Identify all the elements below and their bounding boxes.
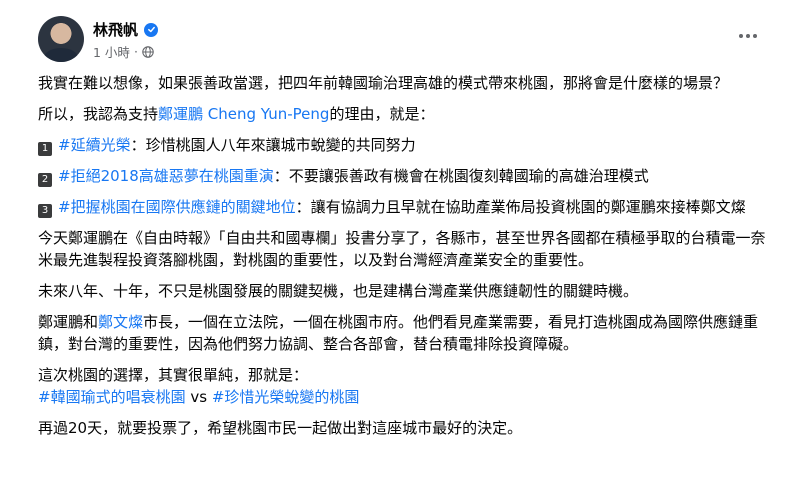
hashtag-link[interactable]: #把握桃園在國際供應鏈的關鍵地位 (58, 198, 296, 216)
timestamp[interactable]: 1 小時 (93, 42, 130, 61)
text: 的理由，就是： (329, 105, 435, 123)
reason-text: ：讓有協調力且早就在協助產業佈局投資桃園的鄭運鵬來接棒鄭文燦 (295, 198, 746, 216)
hashtag-link[interactable]: #珍惜光榮蛻變的桃園 (212, 388, 360, 406)
hashtag-link[interactable]: #韓國瑜式的唱衰桃園 (38, 388, 186, 406)
reason-item: 1 #延續光榮：珍惜桃園人八年來讓城市蛻變的共同努力 (38, 134, 772, 156)
text: 所以，我認為支持 (38, 105, 159, 123)
hashtag-link[interactable]: #延續光榮 (58, 136, 131, 154)
post-body: 我實在難以想像，如果張善政當選，把四年前韓國瑜治理高雄的模式帶來桃園，那將會是什… (38, 72, 772, 439)
text: 市長，一個在立法院，一個在桃園市府。他們看見產業需要，看見打造桃園成為國際供應鏈… (38, 313, 759, 353)
reason-item: 3 #把握桃園在國際供應鏈的關鍵地位：讓有協調力且早就在協助產業佈局投資桃園的鄭運… (38, 196, 772, 218)
author-row: 林飛帆 (93, 19, 159, 40)
avatar[interactable] (38, 16, 84, 62)
hashtag-link[interactable]: #拒絕2018高雄惡夢在桃園重演 (58, 167, 274, 185)
mention-link[interactable]: 鄭運鵬 Cheng Yun-Peng (158, 105, 329, 123)
post-header: 林飛帆 1 小時 · (38, 16, 774, 66)
verified-check-icon (144, 22, 159, 37)
reason-text: ：珍惜桃園人八年來讓城市蛻變的共同努力 (130, 136, 416, 154)
number-badge: 2 (38, 173, 52, 187)
reason-text: ：不要讓張善政有機會在桃園復刻韓國瑜的高雄治理模式 (273, 167, 649, 185)
text: 鄭運鵬和 (38, 313, 99, 331)
paragraph-reason-lead: 所以，我認為支持鄭運鵬 Cheng Yun-Peng的理由，就是： (38, 103, 772, 125)
paragraph-mayor: 鄭運鵬和鄭文燦市長，一個在立法院，一個在桃園市府。他們看見產業需要，看見打造桃園… (38, 311, 772, 355)
post-meta: 1 小時 · (93, 42, 154, 61)
paragraph-article: 今天鄭運鵬在《自由時報》「自由共和國專欄」投書分享了，各縣市，甚至世界各國都在積… (38, 229, 766, 269)
paragraph-future: 未來八年、十年，不只是桃園發展的關鍵契機，也是建構台灣產業供應鏈韌性的關鍵時機。 (38, 282, 639, 300)
globe-icon[interactable] (142, 45, 154, 58)
paragraph-intro: 我實在難以想像，如果張善政當選，把四年前韓國瑜治理高雄的模式帶來桃園，那將會是什… (38, 74, 729, 92)
number-badge: 3 (38, 204, 52, 218)
paragraph-choice: 這次桃園的選擇，其實很單純，那就是： (38, 366, 309, 384)
number-badge: 1 (38, 142, 52, 156)
mention-link[interactable]: 鄭文燦 (98, 313, 143, 331)
reason-item: 2 #拒絕2018高雄惡夢在桃園重演：不要讓張善政有機會在桃園復刻韓國瑜的高雄治理… (38, 165, 772, 187)
author-name[interactable]: 林飛帆 (93, 19, 138, 40)
paragraph-vote: 再過20天，就要投票了，希望桃園市民一起做出對這座城市最好的決定。 (38, 419, 523, 437)
facebook-post: 林飛帆 1 小時 · 我實在難以想像，如果張善政當選，把四年前韓國瑜治理高雄的模… (0, 0, 794, 497)
more-options-icon[interactable] (736, 26, 760, 46)
text: vs (185, 388, 212, 406)
hashtag-line: #韓國瑜式的唱衰桃園 vs #珍惜光榮蛻變的桃園 (38, 386, 772, 408)
meta-separator: · (133, 44, 138, 59)
